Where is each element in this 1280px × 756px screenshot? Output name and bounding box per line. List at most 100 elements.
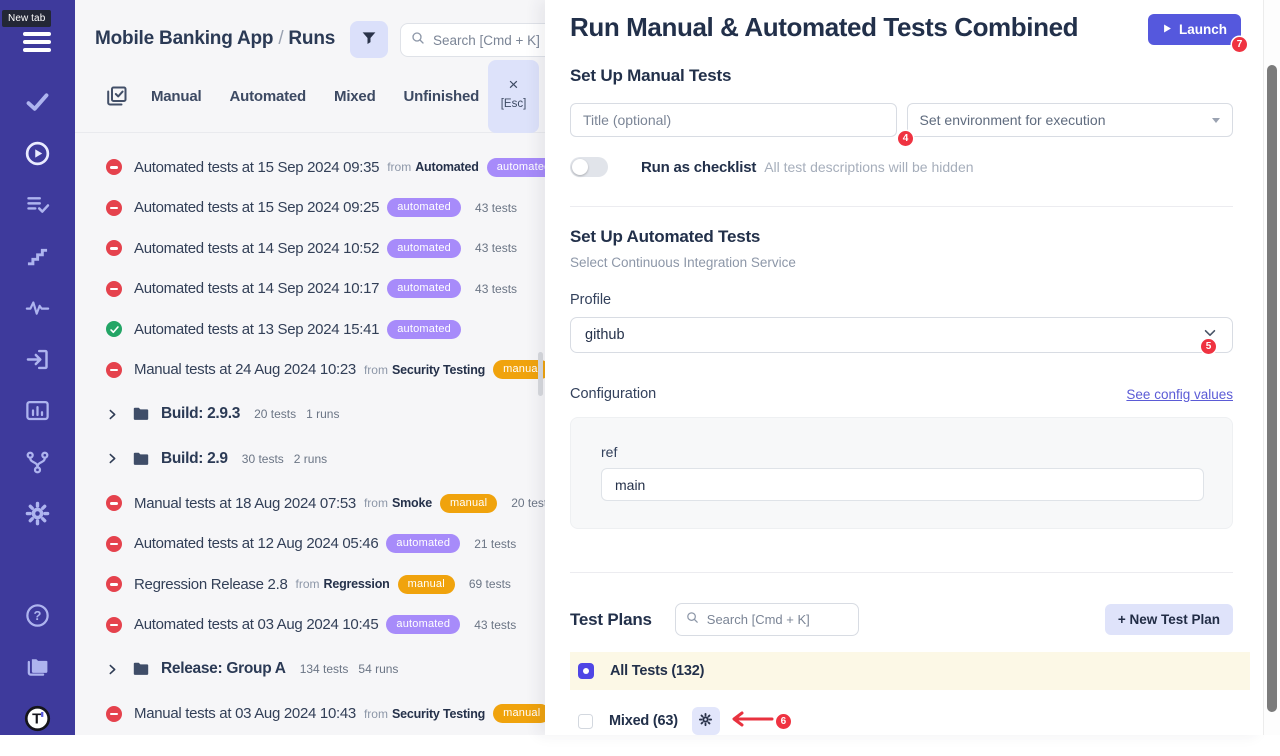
test-plan-row-mixed[interactable]: Mixed (63) 6: [570, 702, 1250, 740]
status-failed-icon: [106, 281, 122, 297]
run-row[interactable]: Automated tests at 15 Sep 2024 09:25auto…: [75, 188, 545, 229]
test-plans-search[interactable]: [675, 603, 859, 636]
environment-select[interactable]: Set environment for execution: [907, 103, 1234, 137]
mixed-checkbox[interactable]: [578, 714, 593, 729]
run-type-badge: automated: [387, 239, 461, 258]
page-scrollbar[interactable]: [1263, 0, 1280, 735]
runs-list: Automated tests at 15 Sep 2024 09:35from…: [75, 147, 545, 734]
tests-count: 43 tests: [475, 282, 517, 296]
settings-icon[interactable]: [24, 500, 51, 527]
annotation-arrow-icon: [728, 711, 774, 732]
run-row[interactable]: Manual tests at 18 Aug 2024 07:53fromSmo…: [75, 483, 545, 524]
chevron-right-icon[interactable]: [106, 408, 119, 421]
tests-count: 43 tests: [475, 201, 517, 215]
new-test-plan-button[interactable]: + New Test Plan: [1105, 604, 1233, 635]
run-title-input[interactable]: [570, 103, 897, 137]
run-row[interactable]: Regression Release 2.8fromRegressionmanu…: [75, 564, 545, 605]
run-type-badge: automated: [386, 615, 460, 634]
run-row[interactable]: Automated tests at 13 Sep 2024 15:41auto…: [75, 309, 545, 350]
sidebar-nav: ?T: [0, 88, 75, 756]
ref-label: ref: [601, 444, 1202, 460]
see-config-values-link[interactable]: See config values: [1126, 387, 1233, 402]
run-type-badge: automated: [387, 320, 461, 339]
analytics-icon[interactable]: [24, 397, 51, 424]
folder-icon: [132, 660, 150, 678]
plan-settings-button[interactable]: [692, 707, 720, 735]
test-plan-row-all-tests[interactable]: All Tests (132): [570, 652, 1250, 690]
status-failed-icon: [106, 362, 122, 378]
list-header: Mobile Banking App/Runs: [75, 0, 545, 60]
help-icon[interactable]: ?: [24, 602, 51, 629]
manual-section-heading: Set Up Manual Tests: [570, 66, 1233, 86]
breadcrumb-project[interactable]: Mobile Banking App: [95, 28, 273, 49]
test-plans-header: Test Plans + New Test Plan: [570, 603, 1233, 636]
run-group-row[interactable]: Build: 2.930 tests2 runs: [75, 439, 545, 480]
breadcrumb-page[interactable]: Runs: [288, 28, 335, 49]
branch-icon[interactable]: [24, 449, 51, 476]
filter-button[interactable]: [350, 21, 388, 58]
import-icon[interactable]: [24, 346, 51, 373]
checklist-label: Run as checklist: [641, 159, 756, 176]
run-row[interactable]: Automated tests at 14 Sep 2024 10:17 auto…: [75, 269, 545, 310]
scrollbar-thumb[interactable]: [1267, 65, 1277, 712]
run-as-checklist-toggle[interactable]: [570, 157, 608, 177]
run-source: Regression: [324, 577, 390, 591]
select-all-icon[interactable]: [105, 84, 129, 108]
run-title: Automated tests at 03 Aug 2024 10:45: [134, 616, 378, 633]
status-failed-icon: [106, 576, 122, 592]
tab-manual[interactable]: Manual: [151, 88, 201, 105]
search-icon: [685, 610, 700, 630]
all-tests-checkbox[interactable]: [578, 663, 594, 679]
run-row[interactable]: Manual tests at 24 Aug 2024 10:23fromSec…: [75, 350, 545, 391]
run-title: Automated tests at 15 Sep 2024 09:25: [134, 199, 379, 216]
run-type-badge: automated: [387, 279, 461, 298]
menu-icon[interactable]: [23, 32, 51, 56]
check-icon[interactable]: [24, 88, 51, 115]
status-failed-icon: [106, 706, 122, 722]
run-play-icon[interactable]: [24, 140, 51, 167]
run-title: Automated tests at 14 Sep 2024 10:17: [134, 280, 379, 297]
test-plans-search-input[interactable]: [707, 612, 847, 627]
profile-select[interactable]: github: [570, 317, 1233, 353]
run-row[interactable]: Automated tests at 12 Aug 2024 05:46auto…: [75, 524, 545, 565]
test-plans-icon[interactable]: [24, 191, 51, 218]
chevron-right-icon[interactable]: [106, 452, 119, 465]
group-title: Build: 2.9.3: [161, 405, 240, 423]
tab-mixed[interactable]: Mixed: [334, 88, 376, 105]
tests-count: 43 tests: [474, 618, 516, 632]
tab-automated[interactable]: Automated: [229, 88, 306, 105]
chevron-right-icon[interactable]: [106, 663, 119, 676]
tests-count: 21 tests: [474, 537, 516, 551]
status-failed-icon: [106, 200, 122, 216]
tests-count: 69 tests: [469, 577, 511, 591]
run-row[interactable]: Automated tests at 15 Sep 2024 09:35from…: [75, 147, 545, 188]
runs-search[interactable]: [400, 23, 545, 57]
profile-label: Profile: [570, 292, 1233, 308]
status-failed-icon: [106, 617, 122, 633]
projects-icon[interactable]: [24, 653, 51, 680]
breadcrumb-separator: /: [273, 28, 288, 49]
close-panel-button[interactable]: × [Esc]: [488, 60, 539, 133]
search-icon: [410, 30, 426, 51]
list-scrollbar[interactable]: [538, 352, 543, 396]
ref-input[interactable]: [601, 468, 1204, 501]
run-group-row[interactable]: Release: Group A134 tests54 runs: [75, 649, 545, 690]
search-input[interactable]: [433, 33, 545, 48]
launch-button[interactable]: Launch: [1148, 14, 1241, 45]
activity-icon[interactable]: [24, 294, 51, 321]
profile-value: github: [585, 327, 625, 343]
status-passed-icon: [106, 321, 122, 337]
run-row[interactable]: Automated tests at 14 Sep 2024 10:52auto…: [75, 228, 545, 269]
run-type-badge: automated: [386, 534, 460, 553]
run-group-row[interactable]: Build: 2.9.320 tests1 runs: [75, 394, 545, 435]
run-row[interactable]: Manual tests at 03 Aug 2024 10:43fromSec…: [75, 694, 545, 735]
configuration-row: Configuration See config values: [570, 386, 1233, 402]
status-failed-icon: [106, 495, 122, 511]
tests-count: 30 tests: [242, 452, 284, 466]
run-row[interactable]: Automated tests at 03 Aug 2024 10:45 auto…: [75, 605, 545, 646]
runs-count: 2 runs: [294, 452, 327, 466]
tab-unfinished[interactable]: Unfinished: [404, 88, 480, 105]
logo-icon[interactable]: T: [24, 705, 51, 732]
steps-icon[interactable]: [24, 243, 51, 270]
run-source: Security Testing: [392, 363, 485, 377]
